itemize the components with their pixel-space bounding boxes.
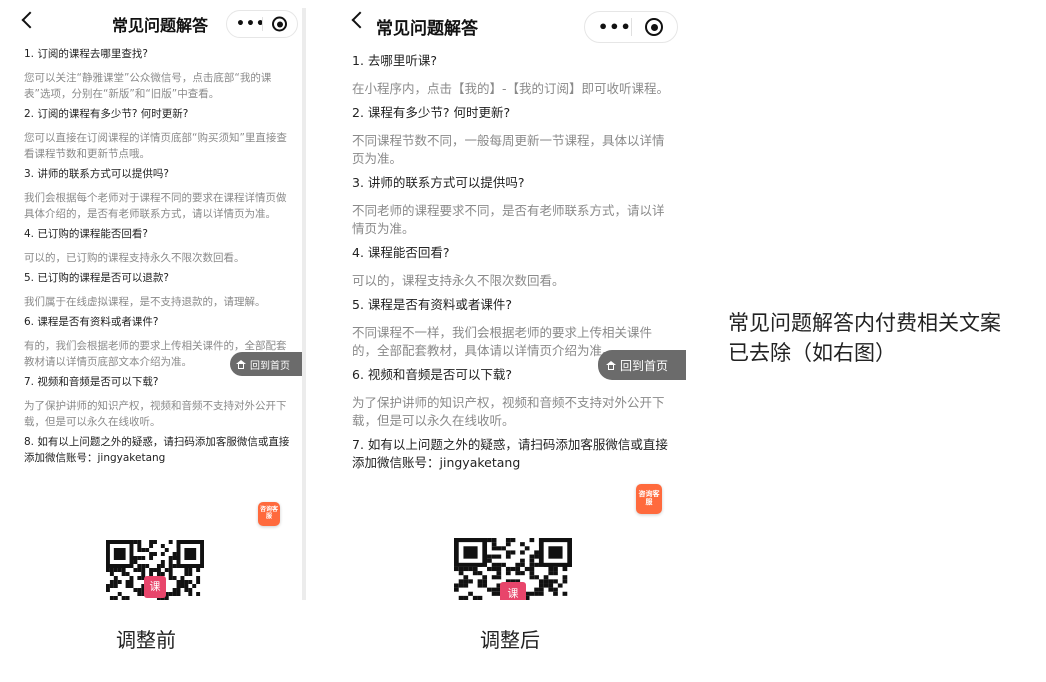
faq-question: 8. 如有以上问题之外的疑惑，请扫码添加客服微信或直接添加微信账号：jingya… bbox=[24, 436, 290, 464]
capsule-divider bbox=[631, 18, 632, 36]
back-arrow-icon[interactable] bbox=[21, 11, 39, 29]
faq-answer: 可以的，已订购的课程支持永久不限次数回看。 bbox=[24, 252, 245, 264]
faq-question: 2. 订阅的课程有多少节? 何时更新? bbox=[24, 108, 189, 120]
faq-question: 4. 课程能否回看? bbox=[352, 245, 450, 260]
qr-code: 课 bbox=[454, 538, 572, 600]
faq-list: 1. 去哪里听课? 在小程序内，点击【我的】-【我的订阅】即可收听课程。 2. … bbox=[340, 52, 686, 472]
home-icon bbox=[606, 360, 616, 370]
mini-program-capsule: ••• bbox=[584, 11, 678, 43]
consult-customer-service-button[interactable]: 咨询客服 bbox=[258, 502, 280, 526]
back-arrow-icon[interactable] bbox=[351, 11, 369, 29]
before-screen: 常见问题解答 ••• 1. 订阅的课程去哪里查找? 您可以关注“静雅课堂”公众微… bbox=[18, 0, 302, 600]
faq-question: 5. 课程是否有资料或者课件? bbox=[352, 297, 513, 312]
faq-answer: 在小程序内，点击【我的】-【我的订阅】即可收听课程。 bbox=[352, 81, 670, 96]
faq-answer: 您可以关注“静雅课堂”公众微信号，点击底部“我的课表”选项，分别在“新版”和“旧… bbox=[24, 72, 272, 100]
close-target-icon[interactable] bbox=[645, 18, 663, 36]
home-icon bbox=[236, 359, 246, 369]
faq-question: 4. 已订购的课程能否回看? bbox=[24, 228, 148, 240]
change-note: 常见问题解答内付费相关文案已去除（如右图） bbox=[728, 311, 1001, 365]
faq-question: 7. 如有以上问题之外的疑惑，请扫码添加客服微信或直接添加微信账号：jingya… bbox=[352, 437, 668, 470]
faq-answer: 为了保护讲师的知识产权，视频和音频不支持对外公开下载，但是可以永久在线收听。 bbox=[24, 400, 287, 428]
faq-question: 3. 讲师的联系方式可以提供吗? bbox=[352, 175, 525, 190]
back-to-home-button[interactable]: 回到首页 bbox=[598, 350, 686, 380]
qr-logo-badge: 课 bbox=[144, 576, 166, 598]
mini-program-capsule: ••• bbox=[226, 10, 298, 38]
page-title: 常见问题解答 bbox=[112, 16, 209, 35]
faq-question: 5. 已订购的课程是否可以退款? bbox=[24, 272, 169, 284]
faq-answer: 可以的，课程支持永久不限次数回看。 bbox=[352, 273, 565, 288]
faq-question: 7. 视频和音频是否可以下载? bbox=[24, 376, 159, 388]
qr-logo-badge: 课 bbox=[500, 582, 526, 600]
faq-question: 2. 课程有多少节? 何时更新? bbox=[352, 105, 511, 120]
caption-before: 调整前 bbox=[116, 628, 176, 652]
nav-bar: 常见问题解答 ••• bbox=[18, 0, 302, 46]
qr-code: 课 bbox=[106, 540, 204, 600]
capsule-divider bbox=[262, 17, 263, 31]
faq-answer: 我们属于在线虚拟课程，是不支持退款的，请理解。 bbox=[24, 296, 266, 308]
faq-question: 6. 课程是否有资料或者课件? bbox=[24, 316, 159, 328]
nav-bar: 常见问题解答 ••• bbox=[340, 0, 686, 46]
faq-question: 3. 讲师的联系方式可以提供吗? bbox=[24, 168, 169, 180]
caption-after: 调整后 bbox=[480, 628, 540, 652]
faq-question: 1. 去哪里听课? bbox=[352, 53, 438, 68]
faq-answer: 不同课程节数不同，一般每周更新一节课程，具体以详情页为准。 bbox=[352, 133, 665, 166]
home-button-label: 回到首页 bbox=[250, 360, 290, 372]
consult-customer-service-button[interactable]: 咨询客服 bbox=[636, 484, 662, 514]
after-screen: 常见问题解答 ••• 1. 去哪里听课? 在小程序内，点击【我的】-【我的订阅】… bbox=[340, 0, 686, 600]
faq-list: 1. 订阅的课程去哪里查找? 您可以关注“静雅课堂”公众微信号，点击底部“我的课… bbox=[18, 46, 302, 466]
faq-question: 1. 订阅的课程去哪里查找? bbox=[24, 48, 148, 60]
faq-answer: 我们会根据每个老师对于课程不同的要求在课程详情页做具体介绍的，是否有老师联系方式… bbox=[24, 192, 287, 220]
faq-answer: 您可以直接在订阅课程的详情页底部“购买须知”里直接查看课程节数和更新节点哦。 bbox=[24, 132, 287, 160]
back-to-home-button[interactable]: 回到首页 bbox=[230, 352, 302, 376]
home-button-label: 回到首页 bbox=[620, 358, 669, 373]
screen-divider bbox=[302, 8, 306, 600]
faq-answer: 为了保护讲师的知识产权，视频和音频不支持对外公开下载，但是可以永久在线收听。 bbox=[352, 395, 665, 428]
close-target-icon[interactable] bbox=[272, 16, 287, 32]
faq-answer: 不同老师的课程要求不同，是否有老师联系方式，请以详情页为准。 bbox=[352, 203, 665, 236]
page-title: 常见问题解答 bbox=[376, 19, 478, 39]
more-dots-icon[interactable]: ••• bbox=[598, 18, 632, 37]
